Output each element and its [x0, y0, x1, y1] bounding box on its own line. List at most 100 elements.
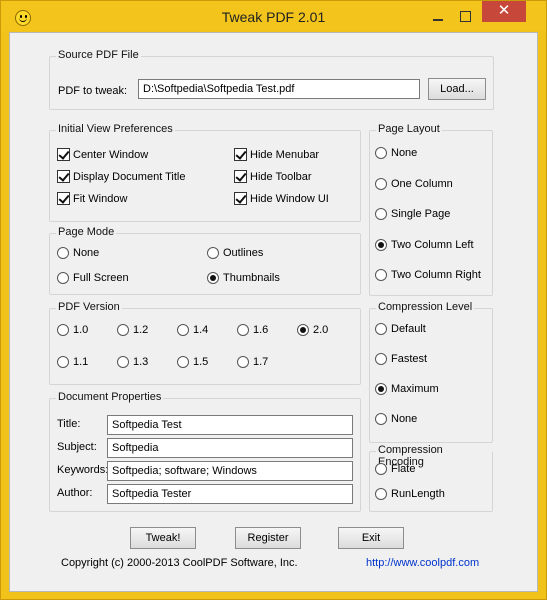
- radio-button[interactable]: [375, 238, 387, 251]
- pdf-version-radio-1-3[interactable]: 1.3: [117, 356, 148, 368]
- website-link[interactable]: http://www.coolpdf.com: [366, 557, 479, 569]
- radio-button[interactable]: [375, 323, 387, 335]
- radio-label: 1.7: [253, 356, 269, 368]
- pdf-version-radio-1-0[interactable]: 1.0: [57, 324, 88, 336]
- radio-button[interactable]: [375, 463, 387, 475]
- radio-button[interactable]: [207, 272, 219, 284]
- checkbox-center-window[interactable]: Center Window: [57, 148, 148, 161]
- radio-button[interactable]: [237, 356, 249, 368]
- pdf-version-radio-1-1[interactable]: 1.1: [57, 356, 88, 368]
- radio-button[interactable]: [375, 269, 387, 281]
- radio-button[interactable]: [375, 383, 387, 395]
- page-layout-radio-one-column[interactable]: One Column: [375, 177, 453, 190]
- radio-button[interactable]: [237, 324, 249, 336]
- pdf-version-radio-1-5[interactable]: 1.5: [177, 356, 208, 368]
- keywords-input[interactable]: Softpedia; software; Windows: [107, 461, 353, 481]
- maximize-icon[interactable]: [456, 9, 474, 23]
- field-label-keywords: Keywords:: [57, 464, 109, 476]
- radio-button[interactable]: [57, 356, 69, 368]
- radio-button[interactable]: [57, 272, 69, 284]
- radio-label: Flate: [391, 463, 416, 475]
- page-layout-radio-single-page[interactable]: Single Page: [375, 208, 450, 220]
- radio-label: 1.4: [193, 324, 209, 336]
- radio-button[interactable]: [375, 413, 387, 425]
- radio-button[interactable]: [177, 356, 189, 368]
- page-mode-radio-thumbnails[interactable]: Thumbnails: [207, 272, 280, 284]
- group-title: Page Mode: [56, 226, 117, 238]
- pdf-version-radio-1-2[interactable]: 1.2: [117, 324, 148, 336]
- checkbox-fit-window[interactable]: Fit Window: [57, 192, 127, 205]
- exit-button[interactable]: Exit: [338, 527, 404, 549]
- page-mode-radio-none[interactable]: None: [57, 247, 99, 259]
- radio-button[interactable]: [57, 324, 69, 336]
- checkbox-box[interactable]: [234, 148, 247, 161]
- pdf-version-radio-1-7[interactable]: 1.7: [237, 356, 268, 368]
- radio-button[interactable]: [117, 356, 129, 368]
- group-title: Source PDF File: [56, 49, 141, 61]
- checkbox-box[interactable]: [234, 192, 247, 205]
- radio-label: None: [391, 147, 418, 159]
- compression-level-radio-fastest[interactable]: Fastest: [375, 353, 427, 365]
- checkbox-label: Center Window: [73, 148, 149, 161]
- radio-label: Two Column Left: [391, 238, 474, 251]
- radio-button[interactable]: [117, 324, 129, 336]
- checkbox-hide-toolbar[interactable]: Hide Toolbar: [234, 170, 312, 183]
- pdf-path-input[interactable]: D:\Softpedia\Softpedia Test.pdf: [138, 79, 420, 99]
- subject-input[interactable]: Softpedia: [107, 438, 353, 458]
- checkbox-label: Hide Toolbar: [250, 170, 312, 183]
- checkbox-hide-menubar[interactable]: Hide Menubar: [234, 148, 319, 161]
- radio-button[interactable]: [375, 208, 387, 220]
- title-input[interactable]: Softpedia Test: [107, 415, 353, 435]
- checkbox-box[interactable]: [57, 170, 70, 183]
- compression-level-radio-none[interactable]: None: [375, 413, 417, 425]
- radio-button[interactable]: [375, 353, 387, 365]
- compression-encoding-radio-flate[interactable]: Flate: [375, 463, 415, 475]
- radio-button[interactable]: [375, 147, 387, 159]
- radio-label: 1.0: [73, 324, 89, 336]
- page-layout-radio-none[interactable]: None: [375, 147, 417, 159]
- tweak-button[interactable]: Tweak!: [130, 527, 196, 549]
- checkbox-display-document-title[interactable]: Display Document Title: [57, 170, 186, 183]
- checkbox-label: Hide Menubar: [250, 148, 320, 161]
- page-mode-radio-outlines[interactable]: Outlines: [207, 247, 263, 259]
- pdf-version-radio-1-4[interactable]: 1.4: [177, 324, 208, 336]
- radio-button[interactable]: [207, 247, 219, 259]
- radio-button[interactable]: [57, 247, 69, 259]
- group-title: Page Layout: [376, 123, 442, 135]
- radio-label: Fastest: [391, 353, 428, 365]
- register-button[interactable]: Register: [235, 527, 301, 549]
- radio-label: 1.6: [253, 324, 269, 336]
- radio-button[interactable]: [297, 324, 309, 336]
- field-label-subject: Subject:: [57, 441, 97, 453]
- checkbox-hide-window-ui[interactable]: Hide Window UI: [234, 192, 329, 205]
- radio-label: Maximum: [391, 383, 439, 395]
- group-title: PDF Version: [56, 301, 122, 313]
- compression-encoding-radio-runlength[interactable]: RunLength: [375, 488, 445, 500]
- pdf-version-radio-2-0[interactable]: 2.0: [297, 324, 328, 336]
- radio-button[interactable]: [375, 177, 387, 190]
- checkbox-box[interactable]: [234, 170, 247, 183]
- radio-button[interactable]: [177, 324, 189, 336]
- checkbox-box[interactable]: [57, 148, 70, 161]
- checkbox-label: Display Document Title: [73, 170, 186, 183]
- close-button[interactable]: ✕: [482, 1, 526, 22]
- radio-button[interactable]: [375, 488, 387, 500]
- compression-level-radio-maximum[interactable]: Maximum: [375, 383, 439, 395]
- page-mode-radio-full-screen[interactable]: Full Screen: [57, 272, 129, 284]
- checkbox-box[interactable]: [57, 192, 70, 205]
- radio-label: RunLength: [391, 488, 445, 500]
- load-button[interactable]: Load...: [428, 78, 486, 100]
- page-layout-radio-two-column-left[interactable]: Two Column Left: [375, 238, 474, 251]
- copyright-text: Copyright (c) 2000-2013 CoolPDF Software…: [61, 557, 298, 569]
- title-bar[interactable]: Tweak PDF 2.01 ✕: [1, 1, 546, 31]
- radio-label: Single Page: [391, 208, 451, 220]
- author-input[interactable]: Softpedia Tester: [107, 484, 353, 504]
- page-layout-radio-two-column-right[interactable]: Two Column Right: [375, 269, 481, 281]
- pdf-version-radio-1-6[interactable]: 1.6: [237, 324, 268, 336]
- radio-label: 1.5: [193, 356, 209, 368]
- pdf-version-group: PDF Version: [49, 301, 361, 385]
- minimize-icon[interactable]: [429, 9, 447, 23]
- compression-level-radio-default[interactable]: Default: [375, 323, 426, 335]
- radio-label: None: [391, 413, 418, 425]
- radio-label: 1.3: [133, 356, 149, 368]
